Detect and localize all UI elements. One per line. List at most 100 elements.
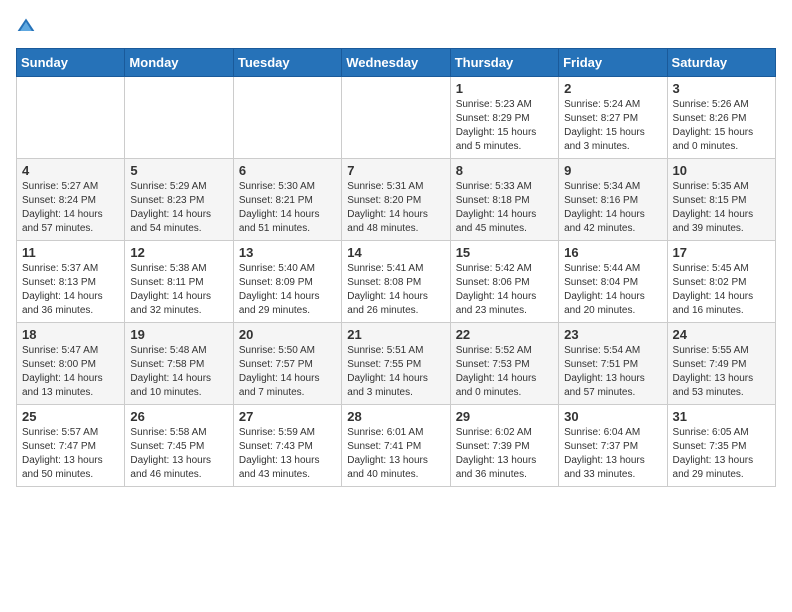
day-info: Sunrise: 5:47 AM Sunset: 8:00 PM Dayligh…: [22, 344, 119, 400]
calendar-cell: 26 Sunrise: 5:58 AM Sunset: 7:45 PM Dayli…: [125, 405, 233, 487]
calendar-cell: 17 Sunrise: 5:45 AM Sunset: 8:02 PM Dayli…: [667, 241, 775, 323]
weekday-header-monday: Monday: [125, 49, 233, 77]
day-info: Sunrise: 6:02 AM Sunset: 7:39 PM Dayligh…: [456, 426, 553, 482]
day-number: 19: [130, 327, 227, 342]
page-header: [16, 16, 776, 36]
calendar-cell: 31 Sunrise: 6:05 AM Sunset: 7:35 PM Dayli…: [667, 405, 775, 487]
calendar-cell: 8 Sunrise: 5:33 AM Sunset: 8:18 PM Daylig…: [450, 159, 558, 241]
calendar-cell: 3Sunrise: 5:26 AM Sunset: 8:26 PM Daylig…: [667, 77, 775, 159]
day-number: 24: [673, 327, 770, 342]
logo: [16, 16, 40, 36]
calendar-cell: 6 Sunrise: 5:30 AM Sunset: 8:21 PM Daylig…: [233, 159, 341, 241]
day-info: Sunrise: 5:38 AM Sunset: 8:11 PM Dayligh…: [130, 262, 227, 318]
logo-icon: [16, 16, 36, 36]
calendar-cell: 28Sunrise: 6:01 AM Sunset: 7:41 PM Dayli…: [342, 405, 450, 487]
day-number: 30: [564, 409, 661, 424]
weekday-header-thursday: Thursday: [450, 49, 558, 77]
calendar-cell: 29Sunrise: 6:02 AM Sunset: 7:39 PM Dayli…: [450, 405, 558, 487]
calendar-table: SundayMondayTuesdayWednesdayThursdayFrid…: [16, 48, 776, 487]
calendar-cell: 13 Sunrise: 5:40 AM Sunset: 8:09 PM Dayli…: [233, 241, 341, 323]
day-info: Sunrise: 6:01 AM Sunset: 7:41 PM Dayligh…: [347, 426, 444, 482]
week-row-3: 11 Sunrise: 5:37 AM Sunset: 8:13 PM Dayli…: [17, 241, 776, 323]
day-info: Sunrise: 5:37 AM Sunset: 8:13 PM Dayligh…: [22, 262, 119, 318]
weekday-header-friday: Friday: [559, 49, 667, 77]
weekday-header-sunday: Sunday: [17, 49, 125, 77]
calendar-cell: [342, 77, 450, 159]
day-info: Sunrise: 5:30 AM Sunset: 8:21 PM Dayligh…: [239, 180, 336, 236]
weekday-header-tuesday: Tuesday: [233, 49, 341, 77]
week-row-2: 4 Sunrise: 5:27 AM Sunset: 8:24 PM Daylig…: [17, 159, 776, 241]
day-info: Sunrise: 5:23 AM Sunset: 8:29 PM Dayligh…: [456, 98, 553, 154]
calendar-cell: 19Sunrise: 5:48 AM Sunset: 7:58 PM Dayli…: [125, 323, 233, 405]
calendar-cell: 1Sunrise: 5:23 AM Sunset: 8:29 PM Daylig…: [450, 77, 558, 159]
calendar-cell: 5 Sunrise: 5:29 AM Sunset: 8:23 PM Daylig…: [125, 159, 233, 241]
calendar-cell: [125, 77, 233, 159]
calendar-cell: 7Sunrise: 5:31 AM Sunset: 8:20 PM Daylig…: [342, 159, 450, 241]
day-number: 26: [130, 409, 227, 424]
week-row-4: 18 Sunrise: 5:47 AM Sunset: 8:00 PM Dayli…: [17, 323, 776, 405]
calendar-cell: 12 Sunrise: 5:38 AM Sunset: 8:11 PM Dayli…: [125, 241, 233, 323]
day-number: 10: [673, 163, 770, 178]
week-row-5: 25 Sunrise: 5:57 AM Sunset: 7:47 PM Dayli…: [17, 405, 776, 487]
day-number: 2: [564, 81, 661, 96]
day-number: 20: [239, 327, 336, 342]
day-number: 23: [564, 327, 661, 342]
calendar-cell: 27Sunrise: 5:59 AM Sunset: 7:43 PM Dayli…: [233, 405, 341, 487]
weekday-header-saturday: Saturday: [667, 49, 775, 77]
day-info: Sunrise: 5:52 AM Sunset: 7:53 PM Dayligh…: [456, 344, 553, 400]
weekday-header-row: SundayMondayTuesdayWednesdayThursdayFrid…: [17, 49, 776, 77]
day-info: Sunrise: 6:05 AM Sunset: 7:35 PM Dayligh…: [673, 426, 770, 482]
calendar-cell: 4 Sunrise: 5:27 AM Sunset: 8:24 PM Daylig…: [17, 159, 125, 241]
calendar-cell: 9Sunrise: 5:34 AM Sunset: 8:16 PM Daylig…: [559, 159, 667, 241]
day-info: Sunrise: 6:04 AM Sunset: 7:37 PM Dayligh…: [564, 426, 661, 482]
weekday-header-wednesday: Wednesday: [342, 49, 450, 77]
calendar-cell: 23Sunrise: 5:54 AM Sunset: 7:51 PM Dayli…: [559, 323, 667, 405]
calendar-cell: 24 Sunrise: 5:55 AM Sunset: 7:49 PM Dayli…: [667, 323, 775, 405]
calendar-cell: 25 Sunrise: 5:57 AM Sunset: 7:47 PM Dayli…: [17, 405, 125, 487]
day-info: Sunrise: 5:27 AM Sunset: 8:24 PM Dayligh…: [22, 180, 119, 236]
calendar-cell: [233, 77, 341, 159]
day-info: Sunrise: 5:24 AM Sunset: 8:27 PM Dayligh…: [564, 98, 661, 154]
day-number: 6: [239, 163, 336, 178]
calendar-cell: 14Sunrise: 5:41 AM Sunset: 8:08 PM Dayli…: [342, 241, 450, 323]
day-number: 8: [456, 163, 553, 178]
calendar-cell: [17, 77, 125, 159]
day-info: Sunrise: 5:42 AM Sunset: 8:06 PM Dayligh…: [456, 262, 553, 318]
day-info: Sunrise: 5:40 AM Sunset: 8:09 PM Dayligh…: [239, 262, 336, 318]
day-info: Sunrise: 5:29 AM Sunset: 8:23 PM Dayligh…: [130, 180, 227, 236]
day-info: Sunrise: 5:31 AM Sunset: 8:20 PM Dayligh…: [347, 180, 444, 236]
day-info: Sunrise: 5:57 AM Sunset: 7:47 PM Dayligh…: [22, 426, 119, 482]
day-number: 21: [347, 327, 444, 342]
day-number: 12: [130, 245, 227, 260]
calendar-cell: 16 Sunrise: 5:44 AM Sunset: 8:04 PM Dayli…: [559, 241, 667, 323]
day-info: Sunrise: 5:58 AM Sunset: 7:45 PM Dayligh…: [130, 426, 227, 482]
day-number: 25: [22, 409, 119, 424]
day-number: 9: [564, 163, 661, 178]
calendar-cell: 30 Sunrise: 6:04 AM Sunset: 7:37 PM Dayli…: [559, 405, 667, 487]
day-info: Sunrise: 5:55 AM Sunset: 7:49 PM Dayligh…: [673, 344, 770, 400]
day-number: 5: [130, 163, 227, 178]
day-number: 17: [673, 245, 770, 260]
calendar-cell: 15 Sunrise: 5:42 AM Sunset: 8:06 PM Dayli…: [450, 241, 558, 323]
calendar-cell: 22 Sunrise: 5:52 AM Sunset: 7:53 PM Dayli…: [450, 323, 558, 405]
day-number: 15: [456, 245, 553, 260]
calendar-cell: 11 Sunrise: 5:37 AM Sunset: 8:13 PM Dayli…: [17, 241, 125, 323]
day-info: Sunrise: 5:45 AM Sunset: 8:02 PM Dayligh…: [673, 262, 770, 318]
day-info: Sunrise: 5:44 AM Sunset: 8:04 PM Dayligh…: [564, 262, 661, 318]
day-number: 4: [22, 163, 119, 178]
day-number: 13: [239, 245, 336, 260]
calendar-cell: 18 Sunrise: 5:47 AM Sunset: 8:00 PM Dayli…: [17, 323, 125, 405]
day-number: 3: [673, 81, 770, 96]
day-number: 31: [673, 409, 770, 424]
calendar-cell: 21Sunrise: 5:51 AM Sunset: 7:55 PM Dayli…: [342, 323, 450, 405]
day-number: 16: [564, 245, 661, 260]
day-number: 18: [22, 327, 119, 342]
day-info: Sunrise: 5:50 AM Sunset: 7:57 PM Dayligh…: [239, 344, 336, 400]
day-number: 22: [456, 327, 553, 342]
day-number: 11: [22, 245, 119, 260]
calendar-cell: 2 Sunrise: 5:24 AM Sunset: 8:27 PM Daylig…: [559, 77, 667, 159]
day-info: Sunrise: 5:33 AM Sunset: 8:18 PM Dayligh…: [456, 180, 553, 236]
calendar-cell: 10 Sunrise: 5:35 AM Sunset: 8:15 PM Dayli…: [667, 159, 775, 241]
day-info: Sunrise: 5:35 AM Sunset: 8:15 PM Dayligh…: [673, 180, 770, 236]
day-info: Sunrise: 5:41 AM Sunset: 8:08 PM Dayligh…: [347, 262, 444, 318]
